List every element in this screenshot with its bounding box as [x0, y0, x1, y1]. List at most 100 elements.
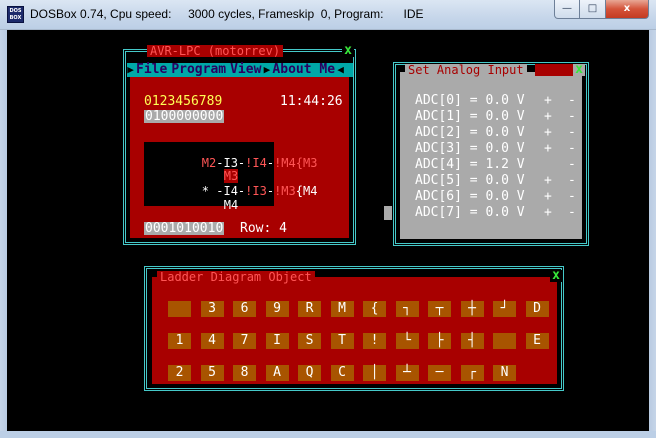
ladder-object-button[interactable]: { — [363, 301, 386, 317]
analog-title-highlight — [535, 64, 573, 76]
row-indicator: Row: 4 — [240, 221, 287, 236]
ladder-token: !M4 — [274, 156, 296, 170]
ladder-object-button[interactable]: ┘ — [493, 301, 516, 317]
avr-window-close-icon[interactable]: x — [342, 44, 354, 57]
ladder-token: - — [266, 156, 275, 170]
adc-increase-button[interactable]: + — [544, 206, 552, 219]
adc-increase-button[interactable]: + — [544, 94, 552, 107]
ladder-object-button[interactable]: 7 — [233, 333, 256, 349]
adc-decrease-button[interactable]: - — [568, 110, 576, 123]
window-title: DOSBox 0.74, Cpu speed: 3000 cycles, Fra… — [30, 7, 424, 21]
ladder-token: {M3 — [295, 156, 318, 170]
adc-label: ADC[4] = 1.2 V — [415, 157, 525, 172]
ladder-object-button[interactable] — [493, 333, 516, 349]
adc-decrease-button[interactable]: - — [568, 206, 576, 219]
ladder-diagram[interactable]: M2-I3-!I4-!M4{M3 M3 * -I4-!I3-!M3{M4 M4 — [144, 142, 317, 211]
menu-view[interactable]: View — [228, 63, 263, 77]
ladder-object-button[interactable]: E — [525, 333, 549, 349]
ladder-token: - — [266, 184, 275, 198]
ladder-object-button[interactable]: I — [265, 333, 289, 349]
ladder-object-button[interactable]: ┴ — [395, 365, 419, 381]
ldo-window-close-icon[interactable]: x — [550, 269, 562, 282]
window-border-bottom — [0, 431, 656, 438]
ladder-object-button[interactable]: └ — [395, 333, 419, 349]
adc-row: ADC[7] = 0.0 V + - — [415, 206, 576, 219]
adc-increase-button[interactable]: + — [544, 110, 552, 123]
adc-increase-button[interactable]: + — [544, 142, 552, 155]
adc-label: ADC[2] = 0.0 V — [415, 125, 525, 140]
ladder-object-button[interactable]: Q — [298, 365, 321, 381]
window-controls: — □ x — [554, 0, 649, 19]
ladder-object-button[interactable]: ┬ — [428, 301, 451, 317]
ladder-object-button[interactable]: M — [330, 301, 354, 317]
adc-label: ADC[5] = 0.0 V — [415, 173, 525, 188]
avr-window-title: AVR-LPC (motorrev) — [147, 45, 284, 57]
adc-decrease-button[interactable]: - — [568, 158, 576, 171]
adc-decrease-button[interactable]: - — [568, 174, 576, 187]
ladder-object-button[interactable]: │ — [363, 365, 386, 381]
adc-increase-button[interactable]: + — [544, 190, 552, 203]
ladder-token: !I4 — [245, 156, 267, 170]
ladder-object-button[interactable]: 1 — [168, 333, 191, 349]
minimize-button[interactable]: — — [554, 0, 580, 19]
menu-right-arrow-icon[interactable]: ◀ — [337, 63, 344, 77]
ladder-object-button[interactable]: 8 — [233, 365, 256, 381]
ladder-object-button[interactable]: ┼ — [460, 301, 484, 317]
adc-increase-button[interactable]: + — [544, 174, 552, 187]
dos-screen[interactable]: AVR-LPC (motorrev) x ▶ File Program View… — [7, 30, 649, 431]
ladder-object-button[interactable] — [168, 301, 191, 317]
ladder-object-button[interactable]: 6 — [233, 301, 256, 317]
digit-ruler: 0123456789 — [144, 94, 223, 109]
adc-row: ADC[1] = 0.0 V + - — [415, 109, 576, 124]
ladder-object-button[interactable]: A — [265, 365, 289, 381]
ladder-object-button[interactable]: 3 — [200, 301, 224, 317]
ladder-object-button[interactable]: N — [493, 365, 516, 381]
adc-label: ADC[0] = 0.0 V — [415, 93, 525, 108]
ladder-object-button[interactable]: 4 — [200, 333, 224, 349]
ladder-object-button[interactable]: 5 — [200, 365, 224, 381]
menu-file[interactable]: File — [134, 63, 169, 77]
window-border-right — [649, 30, 656, 431]
ladder-object-button[interactable]: R — [298, 301, 321, 317]
ladder-object-button[interactable]: D — [525, 301, 549, 317]
ladder-object-button[interactable]: C — [330, 365, 354, 381]
title-bar[interactable]: DOS BOX DOSBox 0.74, Cpu speed: 3000 cyc… — [0, 0, 656, 30]
adc-row: ADC[0] = 0.0 V + - — [415, 93, 576, 108]
maximize-button[interactable]: □ — [580, 0, 606, 19]
menu-left-arrow-icon[interactable]: ▶ — [127, 63, 134, 77]
adc-row: ADC[5] = 0.0 V + - — [415, 173, 576, 188]
adc-row: ADC[3] = 0.0 V + - — [415, 142, 576, 155]
adc-decrease-button[interactable]: - — [568, 142, 576, 155]
ladder-object-button[interactable]: S — [298, 333, 321, 349]
analog-window-close-icon[interactable]: x — [573, 63, 585, 76]
adc-row: ADC[4] = 1.2 V - — [415, 157, 576, 172]
ladder-object-button[interactable]: T — [330, 333, 354, 349]
scroll-handle[interactable] — [384, 206, 392, 220]
input-bits: 0001010010 — [144, 221, 225, 236]
adc-increase-button[interactable]: + — [544, 126, 552, 139]
adc-decrease-button[interactable]: - — [568, 94, 576, 107]
menu-program[interactable]: Program — [169, 63, 228, 77]
ladder-token: {M4 — [295, 184, 318, 198]
adc-label: ADC[1] = 0.0 V — [415, 109, 525, 124]
adc-decrease-button[interactable]: - — [568, 126, 576, 139]
close-button[interactable]: x — [606, 0, 649, 19]
ladder-object-button[interactable]: ┌ — [460, 365, 484, 381]
clock: 11:44:26 — [280, 94, 343, 109]
ladder-branch-2[interactable]: M4 — [166, 187, 238, 223]
menu-about-me[interactable]: About Me — [270, 63, 337, 77]
ladder-object-button[interactable]: 9 — [265, 301, 289, 317]
adc-row: ADC[2] = 0.0 V + - — [415, 125, 576, 140]
ladder-object-button[interactable]: ┐ — [395, 301, 419, 317]
ladder-object-button[interactable]: ├ — [428, 333, 451, 349]
dosbox-app-icon[interactable]: DOS BOX — [7, 6, 24, 23]
ladder-object-button[interactable]: 2 — [168, 365, 191, 381]
ladder-object-button[interactable]: ┤ — [460, 333, 484, 349]
ladder-object-button[interactable]: ! — [363, 333, 386, 349]
analog-window-title: Set Analog Input — [405, 64, 527, 76]
adc-label: ADC[6] = 0.0 V — [415, 189, 525, 204]
output-bits: 0100000000 — [144, 109, 225, 124]
ladder-object-button[interactable]: ─ — [428, 365, 451, 381]
ladder-token: !M3 — [274, 184, 296, 198]
adc-decrease-button[interactable]: - — [568, 190, 576, 203]
